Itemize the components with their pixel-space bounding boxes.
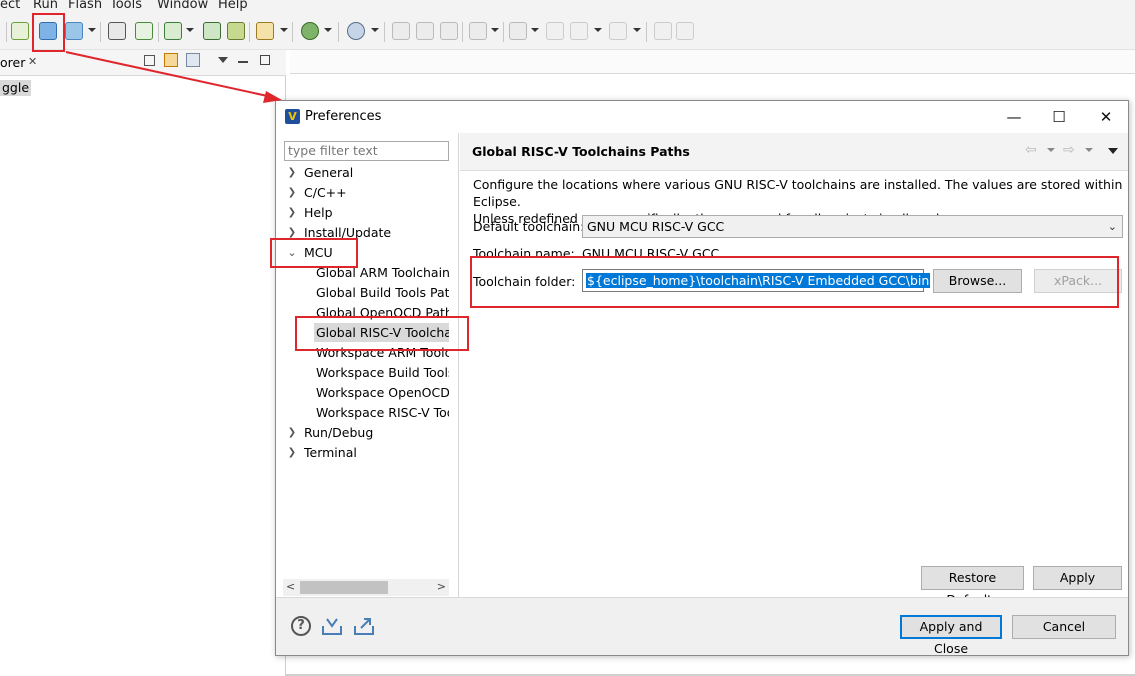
annotation-arrow bbox=[65, 51, 282, 103]
